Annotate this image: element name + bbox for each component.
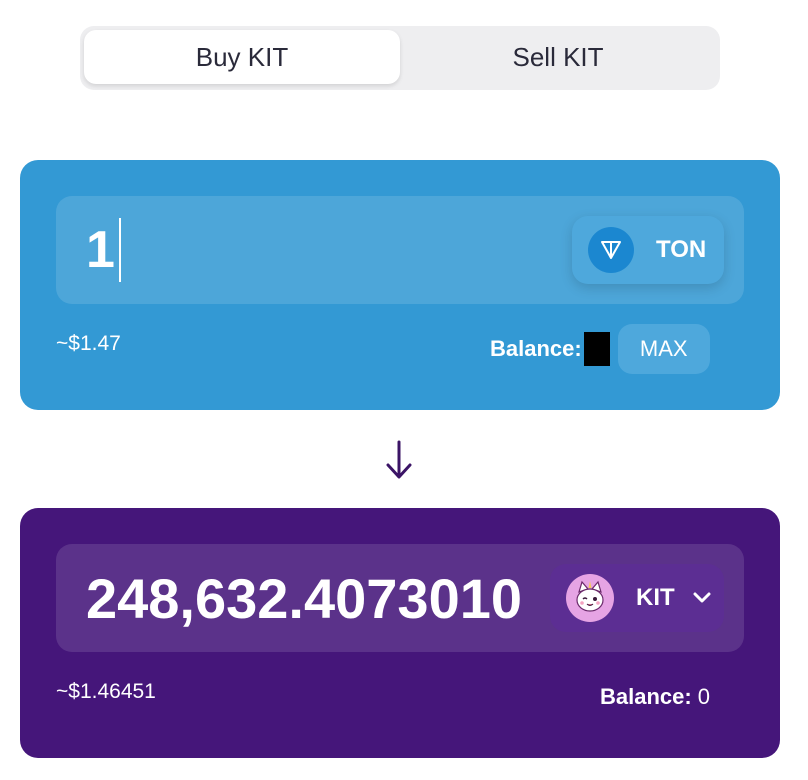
max-button[interactable]: MAX: [617, 324, 710, 374]
receive-card: 248,632.4073010 KIT ~$1.46451 Balance: 0: [20, 508, 780, 758]
pay-usd-value: ~$1.47: [56, 332, 121, 355]
text-caret: [118, 218, 121, 282]
arrow-down-icon: [386, 440, 412, 479]
chevron-down-icon: [693, 592, 711, 604]
buy-sell-tabs: Buy KIT Sell KIT: [80, 26, 720, 90]
pay-balance-label: Balance:: [490, 336, 582, 361]
receive-usd-value: ~$1.46451: [56, 680, 156, 703]
receive-token-symbol: KIT: [636, 584, 675, 611]
pay-balance-redacted: [583, 332, 610, 366]
pay-token-selector[interactable]: TON: [572, 216, 724, 284]
receive-balance-value: 0: [697, 684, 710, 709]
receive-balance-row: Balance: 0: [600, 684, 710, 710]
pay-amount-value: 1: [86, 221, 115, 279]
ton-diamond-icon: [588, 227, 634, 273]
receive-token-selector[interactable]: KIT: [550, 564, 724, 632]
receive-amount-value: 248,632.4073010: [86, 566, 522, 630]
receive-amount-field: 248,632.4073010 KIT: [56, 544, 744, 652]
receive-balance-label: Balance:: [600, 684, 692, 709]
pay-amount-field[interactable]: 1 TON: [56, 196, 744, 304]
pay-amount-input[interactable]: 1: [86, 212, 121, 288]
pay-balance-row: Balance: MAX: [490, 324, 710, 374]
kit-cat-icon: [566, 574, 614, 622]
tab-buy-kit[interactable]: Buy KIT: [84, 30, 400, 84]
pay-card: 1 TON ~$1.47 Balance: MAX: [20, 160, 780, 410]
pay-token-symbol: TON: [656, 236, 707, 263]
tab-sell-kit[interactable]: Sell KIT: [400, 30, 716, 84]
